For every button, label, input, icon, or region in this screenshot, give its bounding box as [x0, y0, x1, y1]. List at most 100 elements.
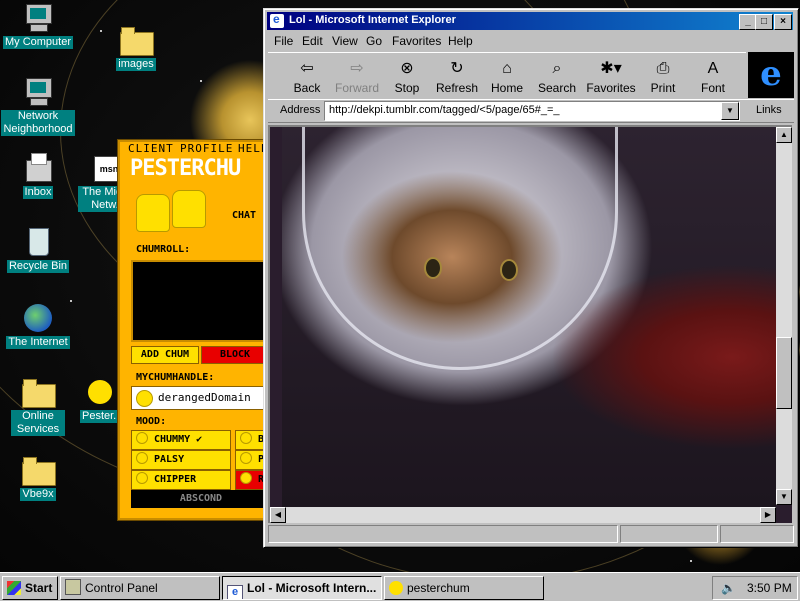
menu-favorites[interactable]: Favorites — [392, 34, 441, 48]
star — [690, 560, 692, 562]
taskbar-button-label: Control Panel — [85, 581, 158, 595]
block-button[interactable]: BLOCK — [201, 346, 269, 364]
toolbar-label: Search — [537, 81, 577, 95]
mood-chummy-button[interactable]: CHUMMY ✔ — [131, 430, 231, 450]
menu-go[interactable]: Go — [366, 34, 382, 48]
favorites-icon: ✱▾ — [600, 60, 622, 77]
desktop-icon-network-neighborhood[interactable]: Network Neighborhood — [0, 76, 76, 136]
ie-window-title: Lol - Microsoft Internet Explorer — [289, 14, 456, 26]
home-icon: ⌂ — [502, 60, 512, 77]
ie-titlebar[interactable]: Lol - Microsoft Internet Explorer _ □ × — [267, 12, 793, 30]
start-label: Start — [25, 581, 53, 595]
scroll-thumb[interactable] — [776, 337, 792, 409]
taskbar-button-pesterchum[interactable]: pesterchum — [384, 576, 544, 600]
address-input[interactable]: http://dekpi.tumblr.com/tagged/<5/page/6… — [324, 101, 740, 121]
forward-arrow-icon: ⇨ — [350, 60, 364, 77]
toolbar-label: Print — [650, 81, 676, 95]
desktop-icon-vbe9x[interactable]: Vbe9x — [0, 454, 76, 501]
forward-button[interactable]: ⇨ Forward — [332, 55, 382, 97]
taskbar: Start Control Panel e Lol - Microsoft Int… — [0, 572, 800, 601]
close-button[interactable]: × — [774, 14, 792, 30]
scroll-left-button[interactable]: ◀ — [270, 507, 286, 523]
desktop-icon-inbox[interactable]: Inbox — [0, 152, 76, 199]
search-button[interactable]: ⌕ Search — [532, 55, 582, 97]
scroll-up-button[interactable]: ▲ — [776, 127, 792, 143]
folder-icon — [22, 454, 56, 486]
menu-view[interactable]: View — [332, 34, 358, 48]
scroll-right-button[interactable]: ▶ — [760, 507, 776, 523]
clock[interactable]: 3:50 PM — [747, 581, 792, 595]
chevron-down-icon[interactable]: ▼ — [721, 102, 739, 120]
pesterchum-menu-profile[interactable]: PROFILE — [180, 142, 233, 155]
mood-smiley-icon — [136, 452, 148, 464]
desktop-icon-my-computer[interactable]: My Computer — [0, 2, 76, 49]
toolbar-label: Home — [490, 81, 523, 95]
links-button[interactable]: Links — [756, 104, 782, 116]
chat-label[interactable]: CHAT — [232, 210, 256, 221]
mood-smiley-icon — [136, 472, 148, 484]
cat-photo — [282, 127, 776, 509]
mood-smiley-icon — [136, 432, 148, 444]
mood-label-text: CHUMMY ✔ — [154, 434, 203, 445]
control-panel-icon — [65, 579, 81, 595]
search-icon: ⌕ — [552, 60, 562, 77]
mood-chipper-button[interactable]: CHIPPER — [131, 470, 231, 490]
ie-toolbar: ⇦ Back ⇨ Forward ⊗ Stop ↻ Refresh ⌂ Home… — [268, 52, 746, 100]
home-button[interactable]: ⌂ Home — [482, 55, 532, 97]
refresh-icon: ↻ — [450, 60, 464, 77]
mood-palsy-button[interactable]: PALSY — [131, 450, 231, 470]
chumroll-label: CHUMROLL: — [136, 244, 191, 255]
desktop-icon-pesterchum[interactable]: Pester... — [80, 376, 125, 423]
mood-smiley-icon — [240, 432, 252, 444]
mood-smiley-icon — [136, 390, 153, 407]
favorites-button[interactable]: ✱▾ Favorites — [582, 55, 640, 97]
speaker-icon[interactable]: 🔈 — [721, 581, 736, 595]
pesterchum-icon — [84, 376, 116, 408]
taskbar-button-control-panel[interactable]: Control Panel — [60, 576, 220, 600]
desktop-icon-images[interactable]: images — [98, 24, 174, 71]
desktop-icon-label: Recycle Bin — [6, 260, 70, 273]
menu-help[interactable]: Help — [448, 34, 473, 48]
refresh-button[interactable]: ↻ Refresh — [432, 55, 482, 97]
mychumhandle-field[interactable]: derangedDomain — [131, 386, 273, 410]
page-content[interactable]: ▲ ▼ ◀ ▶ — [268, 125, 792, 523]
address-label: Address — [280, 104, 321, 116]
address-bar: Address http://dekpi.tumblr.com/tagged/<… — [268, 99, 794, 123]
back-button[interactable]: ⇦ Back — [282, 55, 332, 97]
font-button[interactable]: A Font — [688, 55, 738, 97]
menu-edit[interactable]: Edit — [302, 34, 323, 48]
scroll-down-button[interactable]: ▼ — [776, 489, 792, 505]
menu-file[interactable]: File — [274, 34, 293, 48]
network-icon — [22, 76, 54, 108]
taskbar-button-ie[interactable]: e Lol - Microsoft Intern... — [222, 576, 382, 600]
address-url: http://dekpi.tumblr.com/tagged/<5/page/6… — [329, 104, 560, 116]
computer-icon — [22, 2, 54, 34]
start-button[interactable]: Start — [2, 576, 58, 600]
pesterchum-icon — [389, 581, 403, 595]
ie-icon: e — [227, 585, 243, 599]
font-icon: A — [707, 60, 719, 77]
desktop-icon-label: Inbox — [22, 186, 54, 199]
maximize-button[interactable]: □ — [755, 14, 773, 30]
taskbar-button-label: pesterchum — [407, 581, 470, 595]
vertical-scrollbar[interactable]: ▲ ▼ — [776, 127, 792, 505]
desktop-icon-recycle-bin[interactable]: Recycle Bin — [0, 226, 76, 273]
cat-eye — [500, 259, 518, 281]
status-progress-pane — [620, 525, 718, 543]
toolbar-label: Font — [700, 81, 725, 95]
desktop-icon-online-services[interactable]: Online Services — [0, 376, 76, 436]
pesterchum-logo — [134, 188, 214, 232]
pesterchum-menu-client[interactable]: CLIENT — [128, 142, 174, 155]
horizontal-scrollbar[interactable]: ◀ ▶ — [270, 507, 776, 523]
desktop-icon-the-internet[interactable]: The Internet — [0, 302, 76, 349]
star — [200, 80, 202, 82]
chumhandle-text: derangedDomain — [158, 391, 251, 404]
print-button[interactable]: ⎙ Print — [638, 55, 688, 97]
add-chum-button[interactable]: ADD CHUM — [131, 346, 199, 364]
desktop-icon-label: The Internet — [6, 336, 70, 349]
chumroll-list[interactable] — [131, 260, 275, 342]
abscond-button[interactable]: ABSCOND — [131, 490, 271, 508]
desktop-icon-label: My Computer — [2, 36, 74, 49]
ie-window: Lol - Microsoft Internet Explorer _ □ × … — [263, 8, 799, 548]
stop-button[interactable]: ⊗ Stop — [382, 55, 432, 97]
